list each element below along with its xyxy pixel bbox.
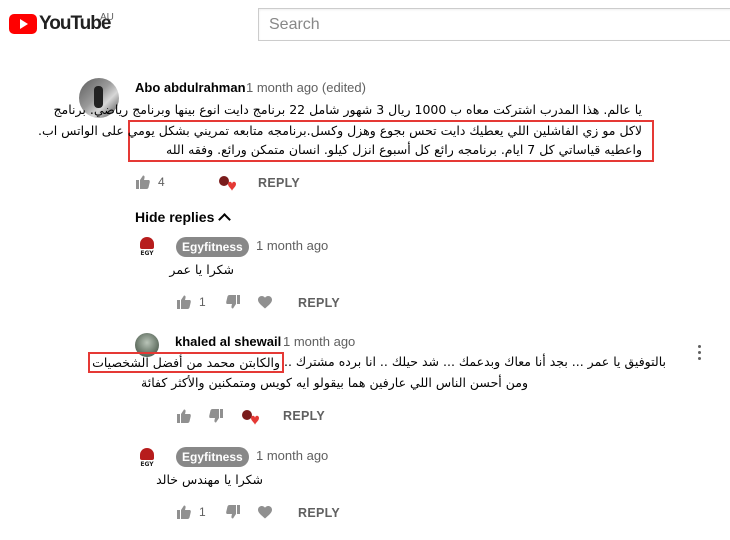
heart-icon[interactable]	[257, 295, 272, 309]
search-input[interactable]	[259, 9, 730, 40]
comment-author[interactable]: Abo abdulrahman	[135, 80, 246, 95]
creator-heart-icon	[241, 409, 259, 427]
avatar[interactable]: EGY	[135, 236, 159, 260]
dislike-icon[interactable]	[225, 505, 240, 519]
like-icon[interactable]	[177, 295, 191, 309]
hide-replies-label: Hide replies	[135, 209, 215, 225]
avatar-label: EGY	[140, 461, 154, 468]
reply-author[interactable]: Egyfitness	[176, 237, 249, 257]
search-box[interactable]	[258, 8, 730, 41]
region-label: AU	[100, 12, 114, 23]
reply-actions: 1	[177, 292, 272, 312]
dislike-icon[interactable]	[209, 409, 223, 423]
reply-actions	[177, 406, 223, 426]
reply-timestamp[interactable]: 1 month ago	[256, 238, 328, 253]
reply-button[interactable]: REPLY	[298, 296, 340, 310]
reply-button[interactable]: REPLY	[283, 409, 325, 423]
comment-text-line: لاكل مو زي الفاشلين اللي يعطيك دايت تحس …	[37, 123, 642, 138]
heart-icon[interactable]	[257, 505, 272, 519]
reply-text-line: بالتوفيق يا عمر ... بجد أنا معاك وبدعمك …	[88, 352, 666, 373]
youtube-logo[interactable]: YouTube AU	[9, 12, 114, 35]
reply-author[interactable]: Egyfitness	[176, 447, 249, 467]
egy-logo-icon	[140, 448, 154, 460]
like-icon[interactable]	[177, 505, 191, 519]
reply-timestamp[interactable]: 1 month ago	[283, 334, 355, 349]
egy-logo-icon	[140, 237, 154, 249]
hide-replies-button[interactable]: Hide replies	[135, 209, 232, 226]
avatar-label: EGY	[140, 250, 154, 257]
like-icon[interactable]	[177, 409, 191, 423]
highlight-box: والكابتن محمد من أفضل الشخصيات	[88, 352, 285, 373]
reply-text: شكرا يا مهندس خالد	[156, 472, 263, 487]
like-count: 4	[158, 175, 165, 189]
avatar[interactable]: EGY	[135, 447, 159, 471]
chevron-up-icon	[218, 212, 232, 226]
reply-button[interactable]: REPLY	[258, 176, 300, 190]
play-icon	[9, 14, 37, 34]
reply-actions: 1	[177, 502, 272, 522]
comment-text-line: واعطيه قياساتي كل 7 ايام. برنامجه رائع ك…	[166, 142, 642, 157]
reply-timestamp[interactable]: 1 month ago	[256, 448, 328, 463]
reply-text-line: ومن أحسن الناس اللي عارفين هما بيقولو اي…	[141, 375, 528, 390]
comment-text-line: يا عالم. هذا المدرب اشتركت معاه ب 1000 ر…	[53, 102, 642, 117]
masthead: YouTube AU	[0, 0, 730, 50]
reply-author[interactable]: khaled al shewail	[175, 334, 281, 349]
reply-button[interactable]: REPLY	[298, 506, 340, 520]
like-icon[interactable]	[136, 175, 150, 189]
comment-timestamp[interactable]: 1 month ago (edited)	[246, 80, 366, 95]
more-actions-icon[interactable]	[698, 345, 702, 363]
like-count: 1	[199, 505, 206, 519]
creator-heart-icon	[218, 175, 236, 193]
reply-text-plain: بالتوفيق يا عمر ... بجد أنا معاك وبدعمك …	[284, 354, 666, 369]
reply-text: شكرا يا عمر	[169, 262, 234, 277]
dislike-icon[interactable]	[225, 295, 240, 309]
comment-actions: 4	[136, 172, 165, 192]
like-count: 1	[199, 295, 206, 309]
